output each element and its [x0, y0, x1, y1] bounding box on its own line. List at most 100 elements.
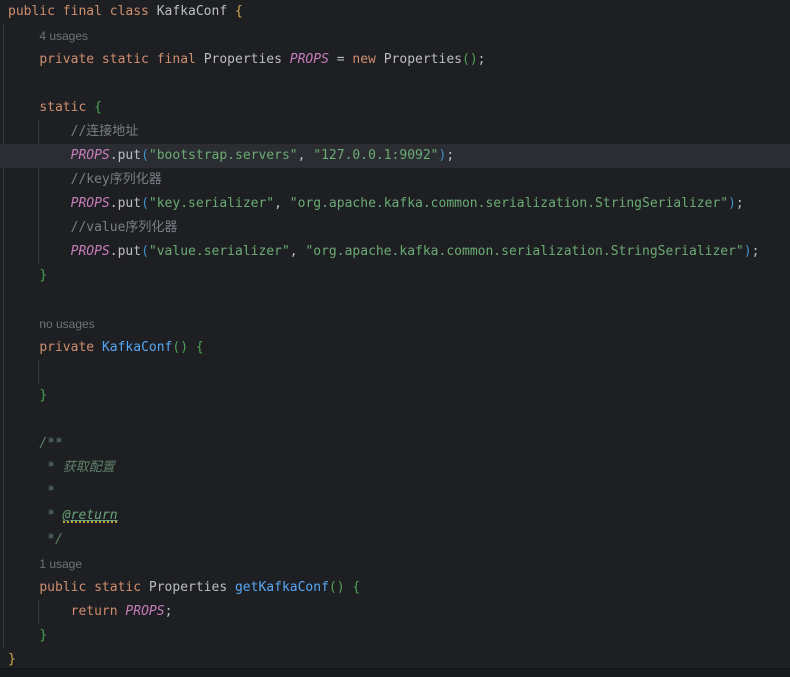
token-kw: public static: [39, 580, 149, 595]
token-plain: ,: [290, 244, 306, 259]
token-plain: ;: [478, 52, 486, 67]
token-b3: ): [744, 244, 752, 259]
token-b3: (: [141, 244, 149, 259]
token-b1: {: [235, 4, 243, 19]
usage-inlay-hint[interactable]: no usages: [0, 312, 790, 336]
token-b2: (): [172, 340, 188, 355]
token-plain: [188, 340, 196, 355]
token-str: "key.serializer": [149, 196, 274, 211]
token-cmt: //value序列化器: [71, 220, 178, 235]
code-line[interactable]: }: [0, 264, 790, 288]
token-plain: Properties: [204, 52, 290, 67]
token-field: PROPS: [71, 244, 110, 259]
token-kw: private static final: [39, 52, 203, 67]
token-pre: [8, 484, 47, 499]
token-pre: [8, 557, 39, 572]
code-line[interactable]: *: [0, 480, 790, 504]
code-line[interactable]: [0, 288, 790, 312]
token-doc: *: [47, 484, 55, 499]
token-plain: ;: [752, 244, 760, 259]
code-line[interactable]: [0, 360, 790, 384]
code-line[interactable]: static {: [0, 96, 790, 120]
token-b2: }: [39, 628, 47, 643]
token-field: PROPS: [71, 148, 110, 163]
token-plain: ;: [736, 196, 744, 211]
code-line[interactable]: * @return: [0, 504, 790, 528]
code-line[interactable]: PROPS.put("key.serializer", "org.apache.…: [0, 192, 790, 216]
token-docTag: @return: [63, 508, 118, 523]
token-kw: return: [71, 604, 126, 619]
token-b2: {: [352, 580, 360, 595]
token-b2: {: [94, 100, 102, 115]
code-line[interactable]: PROPS.put("value.serializer", "org.apach…: [0, 240, 790, 264]
usage-inlay-hint[interactable]: 1 usage: [0, 552, 790, 576]
token-plain: ,: [298, 148, 314, 163]
code-line[interactable]: //value序列化器: [0, 216, 790, 240]
token-pre: [8, 532, 47, 547]
token-pre: [8, 508, 47, 523]
token-str: "value.serializer": [149, 244, 290, 259]
token-pre: [8, 220, 71, 235]
token-pre: [8, 388, 39, 403]
code-line[interactable]: private KafkaConf() {: [0, 336, 790, 360]
token-plain: Properties: [149, 580, 235, 595]
token-b2: {: [196, 340, 204, 355]
token-pre: [8, 436, 39, 451]
code-line[interactable]: return PROPS;: [0, 600, 790, 624]
token-inlay: no usages: [39, 317, 94, 331]
code-line[interactable]: */: [0, 528, 790, 552]
token-pre: [8, 580, 39, 595]
token-b3: (: [141, 196, 149, 211]
token-plain: =: [337, 52, 353, 67]
token-plain: ;: [165, 604, 173, 619]
token-b2: (): [329, 580, 345, 595]
token-kw: static: [39, 100, 94, 115]
editor-bottom-edge: [0, 668, 790, 677]
code-line[interactable]: /**: [0, 432, 790, 456]
token-pre: [8, 340, 39, 355]
code-line[interactable]: PROPS.put("bootstrap.servers", "127.0.0.…: [0, 144, 790, 168]
token-pre: [8, 148, 71, 163]
token-pre: [8, 172, 71, 187]
code-line[interactable]: * 获取配置: [0, 456, 790, 480]
code-line[interactable]: public static Properties getKafkaConf() …: [0, 576, 790, 600]
token-mdecl: getKafkaConf: [235, 580, 329, 595]
token-str: "org.apache.kafka.common.serialization.S…: [290, 196, 728, 211]
code-editor[interactable]: public final class KafkaConf { 4 usages …: [0, 0, 790, 672]
token-b3: ): [728, 196, 736, 211]
token-plain: KafkaConf: [157, 4, 235, 19]
token-inlay: 4 usages: [39, 29, 88, 43]
usage-inlay-hint[interactable]: 4 usages: [0, 24, 790, 48]
code-line[interactable]: }: [0, 624, 790, 648]
token-str: "127.0.0.1:9092": [313, 148, 438, 163]
token-doc: *: [47, 508, 63, 523]
token-pre: [8, 268, 39, 283]
code-line[interactable]: }: [0, 384, 790, 408]
ide-editor-pane: public final class KafkaConf { 4 usages …: [0, 0, 790, 677]
token-b1: }: [8, 652, 16, 667]
token-kw: private: [39, 340, 102, 355]
token-pre: [8, 52, 39, 67]
token-doc: /**: [39, 436, 62, 451]
code-line[interactable]: public final class KafkaConf {: [0, 0, 790, 24]
code-line[interactable]: private static final Properties PROPS = …: [0, 48, 790, 72]
code-line[interactable]: //连接地址: [0, 120, 790, 144]
token-plain: .put: [110, 148, 141, 163]
code-line[interactable]: //key序列化器: [0, 168, 790, 192]
token-plain: .put: [110, 196, 141, 211]
token-field: PROPS: [290, 52, 337, 67]
token-doc: * 获取配置: [47, 460, 115, 475]
token-mdecl: KafkaConf: [102, 340, 172, 355]
token-plain: Properties: [384, 52, 462, 67]
token-pre: [8, 317, 39, 332]
token-cmt: //key序列化器: [71, 172, 162, 187]
token-kw: public final class: [8, 4, 157, 19]
token-plain: .put: [110, 244, 141, 259]
token-pre: [8, 628, 39, 643]
token-pre: [8, 604, 71, 619]
token-inlay: 1 usage: [39, 557, 82, 571]
code-line[interactable]: [0, 408, 790, 432]
token-field: PROPS: [71, 196, 110, 211]
code-line[interactable]: [0, 72, 790, 96]
token-pre: [8, 100, 39, 115]
